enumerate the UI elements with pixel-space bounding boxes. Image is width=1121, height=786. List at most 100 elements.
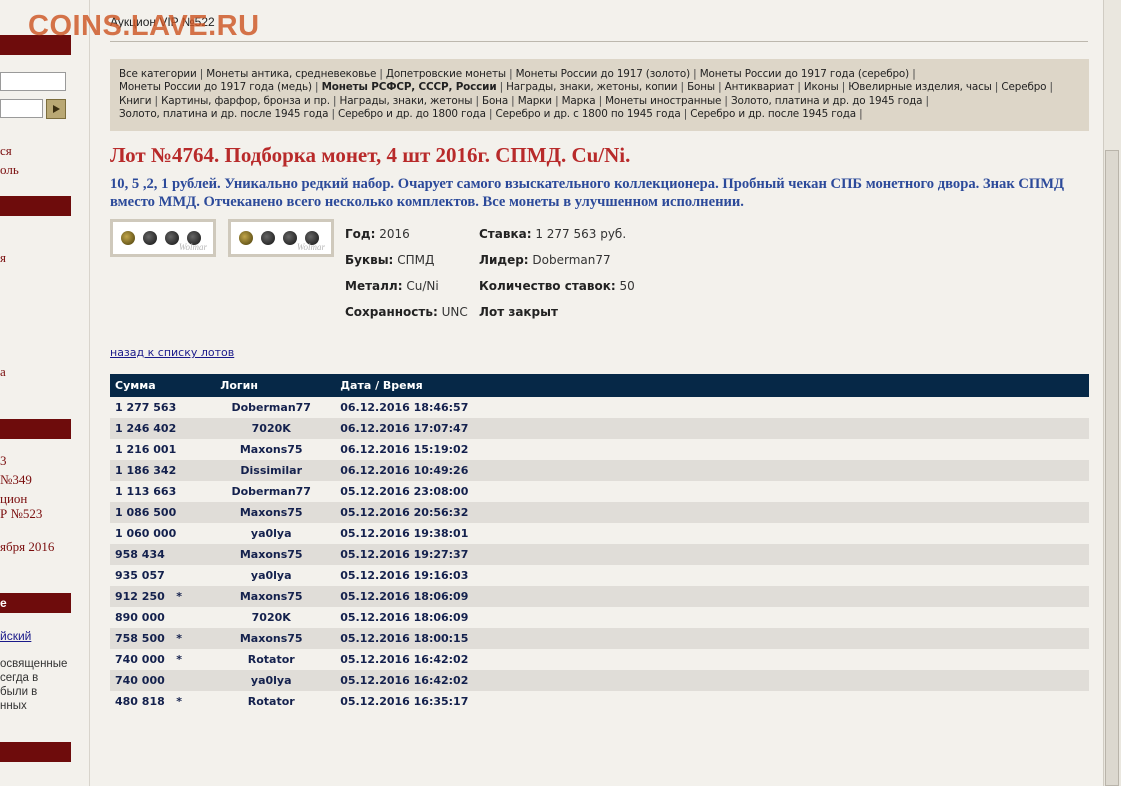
bid-datetime: 06.12.2016 15:19:02 [340,443,469,456]
category-separator: | [855,108,863,121]
sidebar-section-title: е [0,596,7,610]
lot-description: 10, 5 ,2, 1 рублей. Уникально редкий наб… [110,176,1065,210]
bid-mark: * [176,632,183,645]
category-link[interactable]: Боны [687,81,715,93]
category-separator: | [508,94,518,107]
column-header-sum: Сумма [115,379,156,392]
year-label: Год: [345,227,376,241]
back-to-lots-link[interactable]: назад к списку лотов [110,346,234,359]
category-link[interactable]: Серебро и др. до 1800 года [338,108,486,120]
sidebar-auction-item[interactable]: 3 [0,453,7,469]
login-submit-button[interactable] [46,99,66,119]
bid-row: 1 060 000 ya0lya 05.12.2016 19:38:01 [110,523,1089,544]
sidebar-language-link[interactable]: йский [0,629,31,643]
category-link[interactable]: Награды, знаки, жетоны, копии [506,81,677,93]
sidebar-menu-item[interactable]: а [0,364,6,380]
bid-datetime: 05.12.2016 20:56:32 [340,506,469,519]
lot-photo-thumbnail[interactable]: Wolmar [228,219,334,257]
bid-datetime: 05.12.2016 18:00:15 [340,632,469,645]
bid-datetime: 06.12.2016 17:07:47 [340,422,469,435]
bid-row: 1 216 001 Maxons75 06.12.2016 15:19:02 [110,439,1089,460]
category-link[interactable]: Золото, платина и др. после 1945 года [119,108,328,120]
sidebar-auction-item[interactable]: цион [0,491,27,507]
bidder-login: ya0lya [250,569,292,582]
bid-row: 912 250 * Maxons75 05.12.2016 18:06:09 [110,586,1089,607]
bidder-login: Rotator [247,695,295,708]
category-link[interactable]: Монеты России до 1917 года (медь) [119,81,312,93]
category-separator: | [794,81,804,94]
category-link[interactable]: Монеты России до 1917 года (серебро) [700,68,910,80]
category-link[interactable]: Марка [562,95,596,107]
category-link[interactable]: Монеты России до 1917 (золото) [516,68,691,80]
category-link[interactable]: Картины, фарфор, бронза и пр. [161,95,330,107]
lot-letters: Буквы: СПМД [345,253,434,267]
sidebar-link-register[interactable]: ся [0,143,12,159]
category-link[interactable]: Монеты иностранные [605,95,721,107]
bidder-login: ya0lya [250,674,292,687]
bid-datetime: 05.12.2016 19:38:01 [340,527,469,540]
condition-label: Сохранность: [345,305,438,319]
sidebar-date: ября 2016 [0,539,55,554]
category-link[interactable]: Бона [482,95,508,107]
sidebar-section-header [0,742,71,762]
status-text: Лот закрыт [479,305,558,319]
category-link[interactable]: Монеты антика, средневековье [206,68,376,80]
bid-mark [176,565,220,586]
coin-image [239,231,253,245]
metal-value: Cu/Ni [406,279,439,293]
bid-datetime: 05.12.2016 19:16:03 [340,569,469,582]
category-separator: | [721,94,731,107]
bidder-login: Dissimilar [240,464,303,477]
category-separator: | [311,81,322,94]
category-link[interactable]: Награды, знаки, жетоны [340,95,473,107]
bid-row: 935 057 ya0lya 05.12.2016 19:16:03 [110,565,1089,586]
category-link[interactable]: Серебро [1001,81,1046,93]
sidebar-link-password[interactable]: оль [0,162,19,178]
category-link[interactable]: Иконы [804,81,839,93]
category-link[interactable]: Книги [119,95,152,107]
bid-mark [176,502,220,523]
category-link[interactable]: Марки [518,95,552,107]
site-watermark: COINS.LAVE.RU [28,10,260,42]
sidebar-menu-item[interactable]: я [0,250,6,266]
bid-datetime: 06.12.2016 10:49:26 [340,464,469,477]
category-link[interactable]: Антиквариат [725,81,795,93]
bidder-login: 7020K [251,422,291,435]
category-link[interactable]: Ювелирные изделия, часы [848,81,992,93]
bid-amount: 740 000 [115,674,165,687]
sidebar-auction-item[interactable]: №349 [0,472,32,488]
lot-title: Лот №4764. Подборка монет, 4 шт 2016г. С… [110,143,631,167]
login-field[interactable] [0,72,66,91]
category-link[interactable]: Монеты РСФСР, СССР, России [322,81,497,93]
scrollbar-thumb[interactable] [1105,150,1119,786]
category-link[interactable]: Все категории [119,68,197,80]
bid-mark: * [176,653,183,666]
bid-mark [176,481,220,502]
bid-row: 480 818 * Rotator 05.12.2016 16:35:17 [110,691,1089,712]
bid-row: 758 500 * Maxons75 05.12.2016 18:00:15 [110,628,1089,649]
bidder-login: Maxons75 [239,506,303,519]
lot-photo-thumbnail[interactable]: Wolmar [110,219,216,257]
bid-datetime: 05.12.2016 16:35:17 [340,695,469,708]
bid-mark [176,418,220,439]
bids-count-value: 50 [619,279,635,293]
lot-condition: Сохранность: UNC [345,305,468,319]
category-link[interactable]: Золото, платина и др. до 1945 года [731,95,923,107]
password-field[interactable] [0,99,43,118]
sidebar-section-header [0,419,71,439]
bidder-login: Maxons75 [239,632,303,645]
leader-label: Лидер: [479,253,529,267]
bid-amount: 890 000 [115,611,165,624]
category-link[interactable]: Серебро и др. с 1800 по 1945 года [495,108,680,120]
bid-datetime: 06.12.2016 18:46:57 [340,401,469,414]
category-link[interactable]: Серебро и др. после 1945 года [690,108,856,120]
bid-mark [176,397,220,418]
column-header-datetime: Дата / Время [340,379,423,392]
sidebar-auction-item[interactable]: Р №523 [0,506,42,522]
category-link[interactable]: Допетровские монеты [386,68,506,80]
coin-image [121,231,135,245]
table-header-row: Сумма Логин Дата / Время [110,374,1089,397]
bid-amount: 1 246 402 [115,422,177,435]
arrow-right-icon [53,105,60,113]
bid-datetime: 05.12.2016 19:27:37 [340,548,469,561]
